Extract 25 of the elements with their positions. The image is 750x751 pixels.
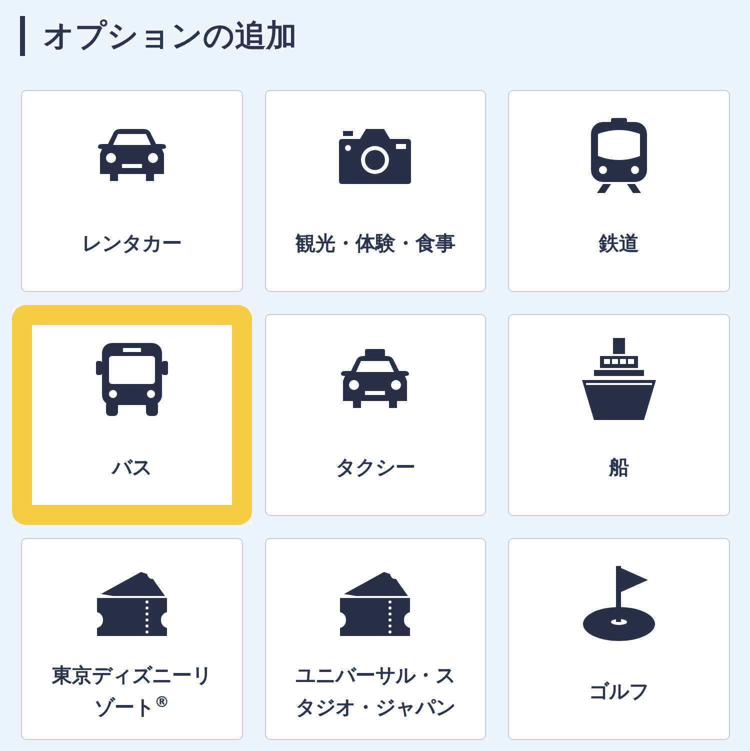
option-card[interactable]: レンタカー [21,90,243,292]
option-card[interactable]: 東京ディズニーリゾート$^{®}$ [21,538,243,740]
ticket-icon [338,570,412,638]
bus-icon [96,343,168,417]
camera-icon [338,127,412,185]
ticket-icon [94,570,169,638]
golf-flag-icon [582,566,656,642]
option-card[interactable]: 鉄道 [508,90,730,292]
option-label: バス [110,454,153,481]
option-card[interactable]: ユニバーサル・スタジオ・ジャパン [264,538,486,740]
option-card[interactable]: ゴルフ [508,538,730,740]
option-label: 東京ディズニーリゾート$^{®}$ [50,662,213,721]
option-label: 鉄道 [598,230,640,257]
train-icon [589,118,650,194]
option-label: ユニバーサル・スタジオ・ジャパン [294,662,456,721]
option-label: ゴルフ [588,678,650,705]
option-label: 観光・体験・食事 [294,230,456,257]
section-title: オプションの追加 [43,20,297,52]
option-label: 船 [608,454,630,481]
option-label: レンタカー [80,230,183,257]
option-card[interactable]: タクシー [264,314,486,516]
option-card[interactable]: 観光・体験・食事 [264,90,486,292]
option-label: タクシー [334,454,416,481]
option-card[interactable]: 船 [508,314,730,516]
ship-icon [582,338,656,422]
